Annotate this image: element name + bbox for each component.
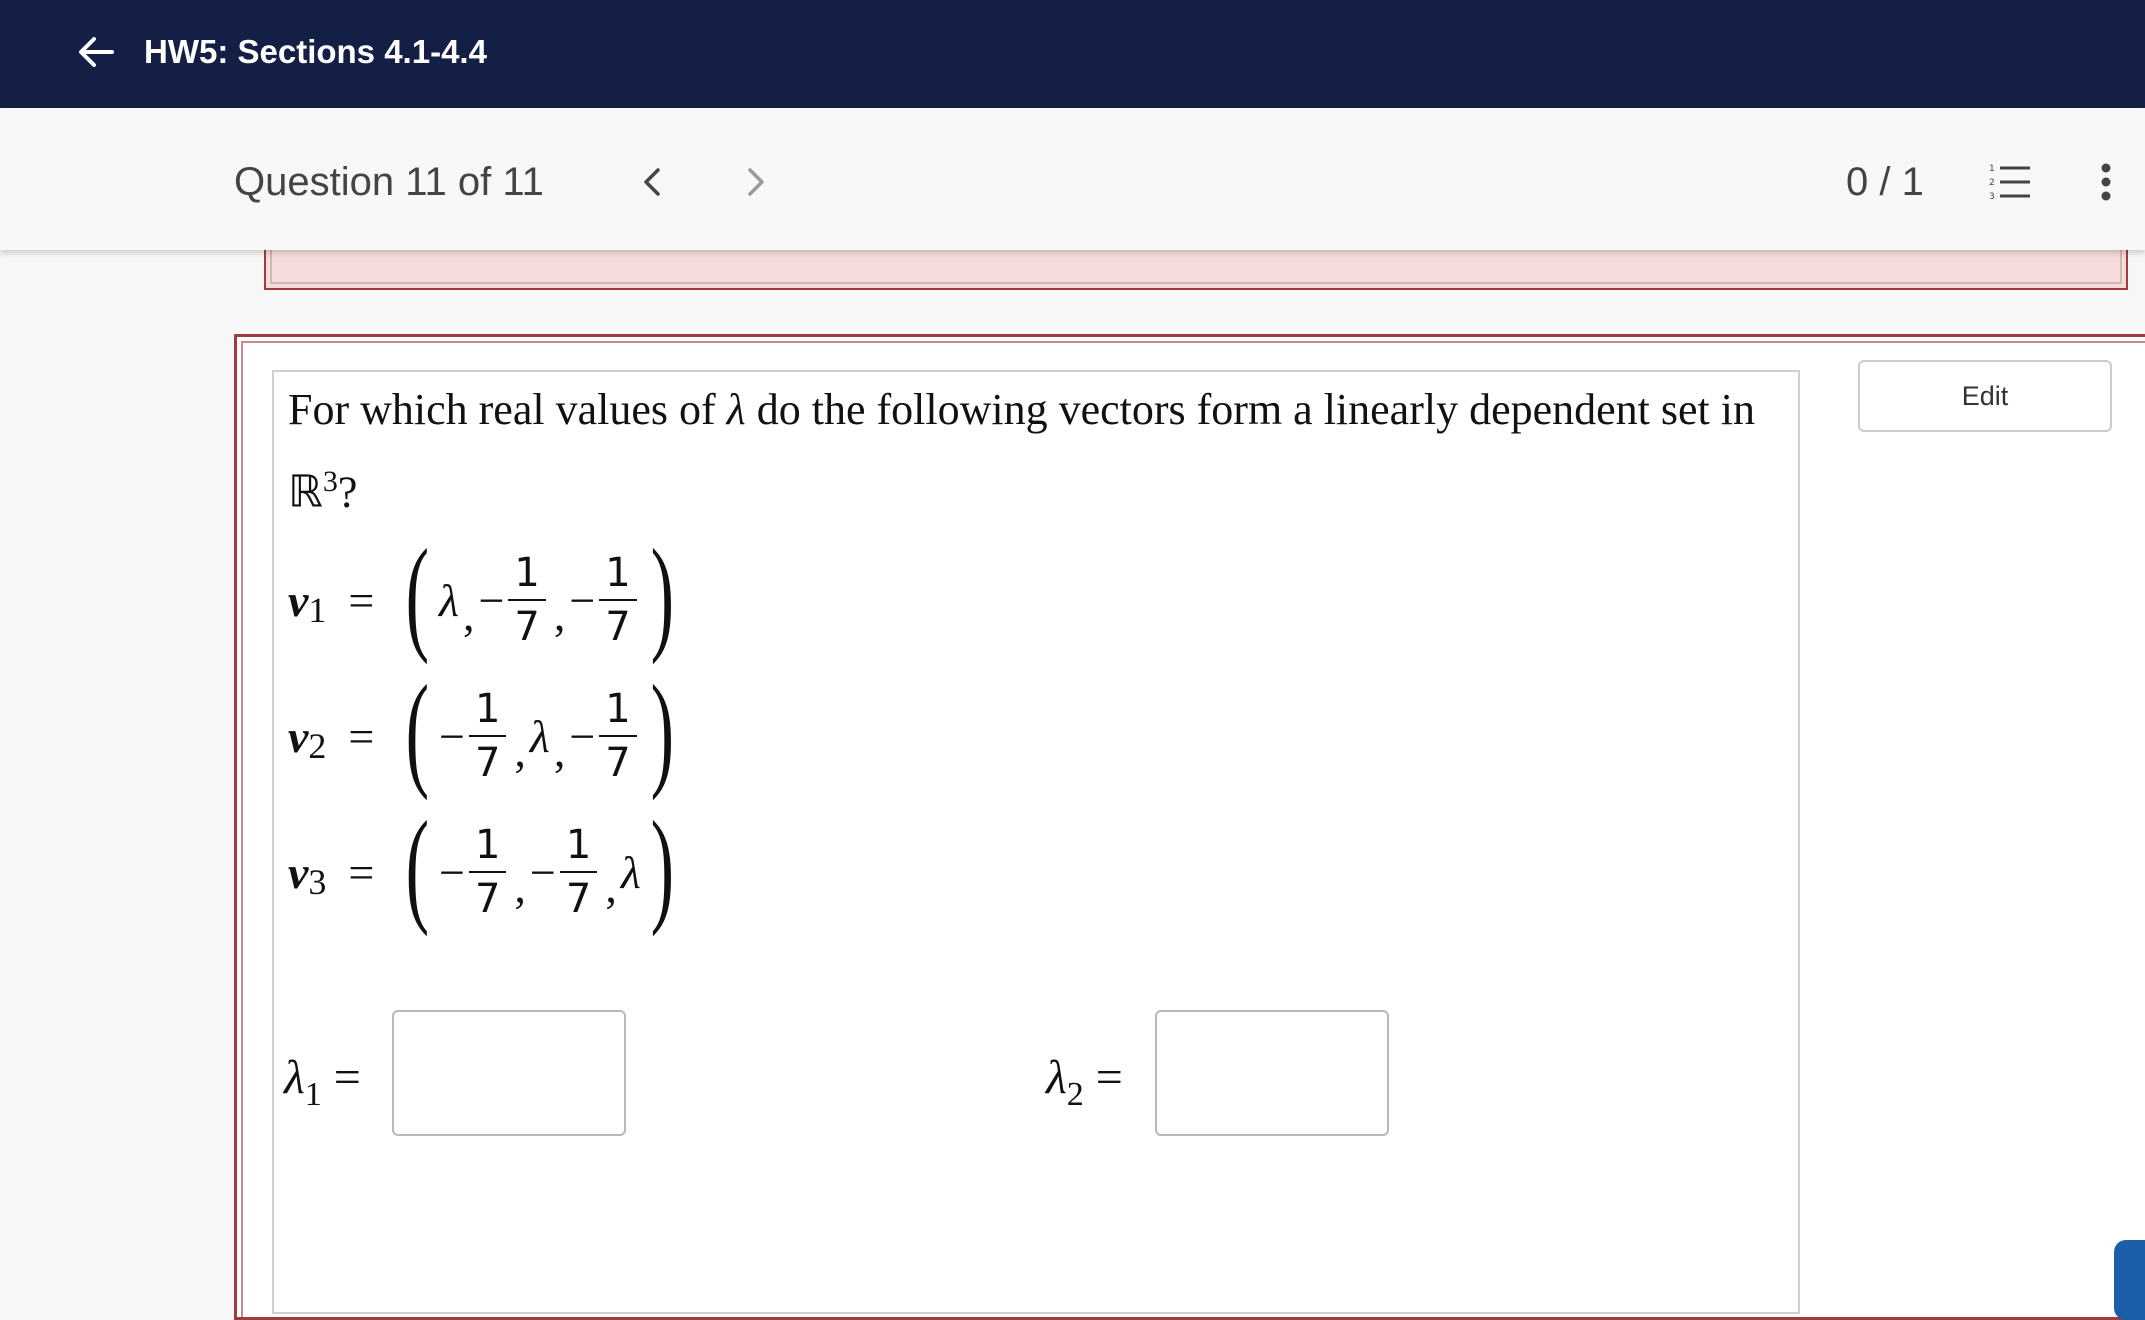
- svg-text:2: 2: [1989, 178, 1995, 188]
- right-paren: ): [650, 795, 674, 937]
- question-position-label: Question 11 of 11: [234, 160, 544, 204]
- vector-subscript: 1: [308, 590, 327, 630]
- vector-name: v: [288, 846, 309, 898]
- fraction-term: −1 7: [569, 683, 640, 789]
- edit-button[interactable]: Edit: [1858, 360, 2112, 432]
- more-vertical-icon[interactable]: [2090, 160, 2122, 204]
- space-exponent: 3: [322, 465, 338, 498]
- chevron-right-icon[interactable]: [736, 160, 776, 204]
- vector-subscript: 2: [308, 726, 327, 766]
- equals-sign: =: [348, 710, 375, 762]
- question-score: 0 / 1: [1846, 160, 1924, 204]
- vector-name: v: [288, 574, 309, 626]
- vector-v1: v1 = ( λ, −1 7, −1 7 ): [288, 523, 674, 665]
- fraction-term: −1 7: [569, 547, 640, 653]
- arrow-left-icon[interactable]: [76, 32, 116, 72]
- lambda-symbol: λ: [439, 574, 459, 626]
- fraction-term: −1 7: [478, 547, 549, 653]
- help-widget-button[interactable]: [2114, 1240, 2145, 1320]
- lambda-1-label: λ1 =: [284, 1051, 361, 1113]
- vector-v3: v3 = ( −1 7, −1 7, λ ): [288, 795, 674, 937]
- vector-v2: v2 = ( −1 7, λ, −1 7 ): [288, 659, 674, 801]
- real-space-symbol: ℝ: [288, 467, 323, 517]
- lambda-2-label: λ2 =: [1046, 1051, 1123, 1113]
- question-nav-bar: Question 11 of 11 0 / 1 1 2 3: [0, 108, 2145, 250]
- fraction-term: −1 7: [530, 819, 601, 925]
- question-prompt: For which real values of λ do the follow…: [288, 374, 1788, 529]
- left-panel: [0, 250, 234, 1299]
- assignment-title: HW5: Sections 4.1-4.4: [144, 33, 487, 70]
- lambda-2-input[interactable]: [1155, 1010, 1389, 1136]
- svg-text:3: 3: [1989, 192, 1995, 202]
- prompt-text: For which real values of: [288, 385, 727, 434]
- fraction-term: −1 7: [439, 683, 510, 789]
- left-paren: (: [405, 523, 430, 665]
- right-paren: ): [650, 523, 674, 665]
- equals-sign: =: [348, 846, 375, 898]
- lambda-symbol: λ: [726, 385, 746, 434]
- vector-name: v: [288, 710, 309, 762]
- lambda-1-input[interactable]: [392, 1010, 626, 1136]
- left-paren: (: [405, 659, 430, 801]
- prompt-text: do the following vectors form a linearly…: [745, 385, 1755, 434]
- top-header: HW5: Sections 4.1-4.4: [0, 0, 2145, 108]
- chevron-left-icon[interactable]: [632, 160, 672, 204]
- fraction-term: −1 7: [439, 819, 510, 925]
- left-paren: (: [405, 795, 430, 937]
- svg-text:1: 1: [1989, 164, 1995, 174]
- numbered-list-icon[interactable]: 1 2 3: [1988, 162, 2032, 202]
- vector-subscript: 3: [308, 862, 327, 902]
- lambda-symbol: λ: [620, 846, 641, 898]
- right-paren: ): [650, 659, 674, 801]
- equals-sign: =: [348, 574, 375, 626]
- prompt-text: ?: [337, 467, 358, 517]
- lambda-symbol: λ: [529, 710, 550, 762]
